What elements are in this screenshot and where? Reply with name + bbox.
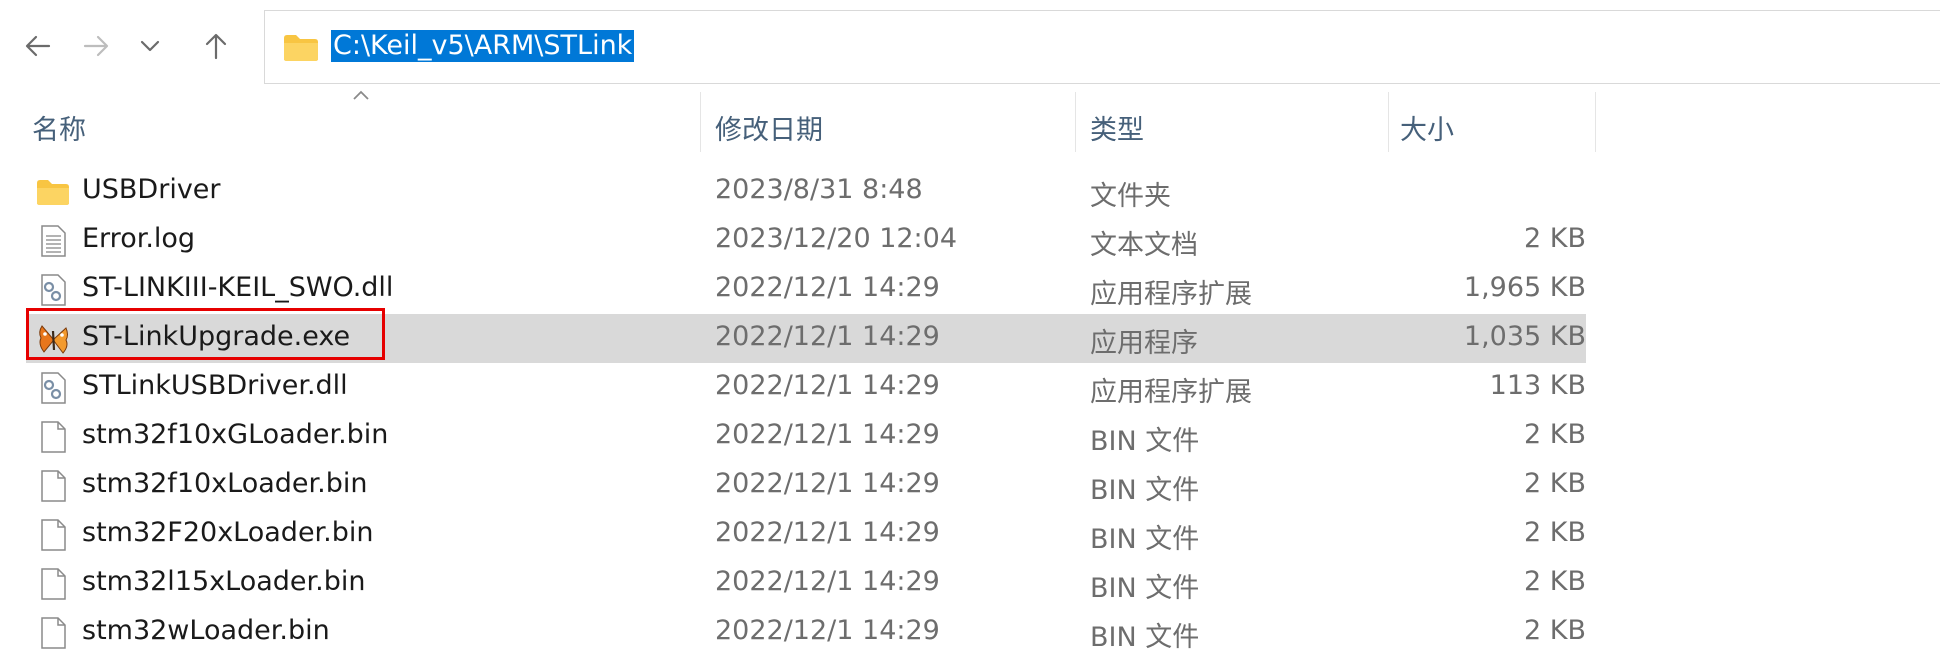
arrow-up-icon xyxy=(205,33,227,60)
file-date: 2023/12/20 12:04 xyxy=(715,223,958,254)
file-row[interactable]: stm32l15xLoader.bin 2022/12/1 14:29 BIN … xyxy=(26,559,1586,608)
back-button[interactable] xyxy=(16,24,60,68)
file-name: stm32l15xLoader.bin xyxy=(82,566,366,597)
file-date: 2022/12/1 14:29 xyxy=(715,615,940,646)
text-file-icon xyxy=(36,224,70,258)
address-bar[interactable]: C:\Keil_v5\ARM\STLink xyxy=(264,10,1940,84)
file-type: BIN 文件 xyxy=(1090,426,1200,457)
file-date: 2023/8/31 8:48 xyxy=(715,174,923,205)
blank-file-icon xyxy=(36,616,70,650)
file-name: ST-LINKIII-KEIL_SWO.dll xyxy=(82,272,394,303)
column-divider[interactable] xyxy=(1388,92,1389,152)
file-row[interactable]: Error.log 2023/12/20 12:04 文本文档 2 KB xyxy=(26,216,1586,265)
file-name: stm32F20xLoader.bin xyxy=(82,517,374,548)
file-type: BIN 文件 xyxy=(1090,573,1200,604)
file-row[interactable]: USBDriver 2023/8/31 8:48 文件夹 xyxy=(26,167,1586,216)
file-date: 2022/12/1 14:29 xyxy=(715,517,940,548)
file-name: stm32f10xGLoader.bin xyxy=(82,419,389,450)
file-row[interactable]: ST-LINKIII-KEIL_SWO.dll 2022/12/1 14:29 … xyxy=(26,265,1586,314)
file-size: 1,035 KB xyxy=(1463,321,1586,352)
recent-locations-button[interactable] xyxy=(128,24,172,68)
file-size: 113 KB xyxy=(1489,370,1586,401)
file-name: stm32wLoader.bin xyxy=(82,615,330,646)
file-name: Error.log xyxy=(82,223,196,254)
file-size: 1,965 KB xyxy=(1463,272,1586,303)
file-type: 应用程序扩展 xyxy=(1090,377,1252,408)
arrow-left-icon xyxy=(25,35,51,57)
file-row[interactable]: STLinkUSBDriver.dll 2022/12/1 14:29 应用程序… xyxy=(26,363,1586,412)
butterfly-app-icon xyxy=(36,322,70,356)
file-date: 2022/12/1 14:29 xyxy=(715,370,940,401)
folder-icon xyxy=(283,33,319,67)
file-row[interactable]: stm32f10xGLoader.bin 2022/12/1 14:29 BIN… xyxy=(26,412,1586,461)
dll-file-icon xyxy=(36,273,70,307)
blank-file-icon xyxy=(36,518,70,552)
column-header-date[interactable]: 修改日期 xyxy=(715,108,823,147)
file-type: 应用程序扩展 xyxy=(1090,279,1252,310)
file-name: ST-LinkUpgrade.exe xyxy=(82,321,351,352)
file-row[interactable]: stm32wLoader.bin 2022/12/1 14:29 BIN 文件 … xyxy=(26,608,1586,657)
up-button[interactable] xyxy=(194,24,238,68)
file-date: 2022/12/1 14:29 xyxy=(715,272,940,303)
forward-button[interactable] xyxy=(74,24,118,68)
chevron-down-icon xyxy=(140,40,160,52)
file-type: BIN 文件 xyxy=(1090,475,1200,506)
file-date: 2022/12/1 14:29 xyxy=(715,321,940,352)
column-header-size[interactable]: 大小 xyxy=(1400,108,1454,147)
file-type: 应用程序 xyxy=(1090,328,1198,359)
file-size: 2 KB xyxy=(1524,223,1586,254)
column-divider[interactable] xyxy=(1595,92,1596,152)
file-row-selected[interactable]: ST-LinkUpgrade.exe 2022/12/1 14:29 应用程序 … xyxy=(26,314,1586,363)
file-type: BIN 文件 xyxy=(1090,622,1200,653)
folder-icon xyxy=(36,175,70,209)
file-size: 2 KB xyxy=(1524,419,1586,450)
arrow-right-icon xyxy=(83,35,109,57)
file-size: 2 KB xyxy=(1524,468,1586,499)
column-divider[interactable] xyxy=(1075,92,1076,152)
column-header-type[interactable]: 类型 xyxy=(1090,108,1144,147)
file-name: STLinkUSBDriver.dll xyxy=(82,370,348,401)
file-size: 2 KB xyxy=(1524,517,1586,548)
file-name: stm32f10xLoader.bin xyxy=(82,468,368,499)
blank-file-icon xyxy=(36,567,70,601)
file-type: 文件夹 xyxy=(1090,181,1171,212)
file-type: BIN 文件 xyxy=(1090,524,1200,555)
blank-file-icon xyxy=(36,469,70,503)
dll-file-icon xyxy=(36,371,70,405)
file-row[interactable]: stm32F20xLoader.bin 2022/12/1 14:29 BIN … xyxy=(26,510,1586,559)
file-name: USBDriver xyxy=(82,174,221,205)
blank-file-icon xyxy=(36,420,70,454)
file-date: 2022/12/1 14:29 xyxy=(715,468,940,499)
file-row[interactable]: stm32f10xLoader.bin 2022/12/1 14:29 BIN … xyxy=(26,461,1586,510)
column-divider[interactable] xyxy=(700,92,701,152)
file-size: 2 KB xyxy=(1524,566,1586,597)
file-date: 2022/12/1 14:29 xyxy=(715,419,940,450)
file-type: 文本文档 xyxy=(1090,230,1198,261)
column-header-name[interactable]: 名称 xyxy=(32,108,86,147)
file-date: 2022/12/1 14:29 xyxy=(715,566,940,597)
navigation-bar: C:\Keil_v5\ARM\STLink xyxy=(0,0,1940,95)
file-size: 2 KB xyxy=(1524,615,1586,646)
address-path-text[interactable]: C:\Keil_v5\ARM\STLink xyxy=(331,30,635,62)
